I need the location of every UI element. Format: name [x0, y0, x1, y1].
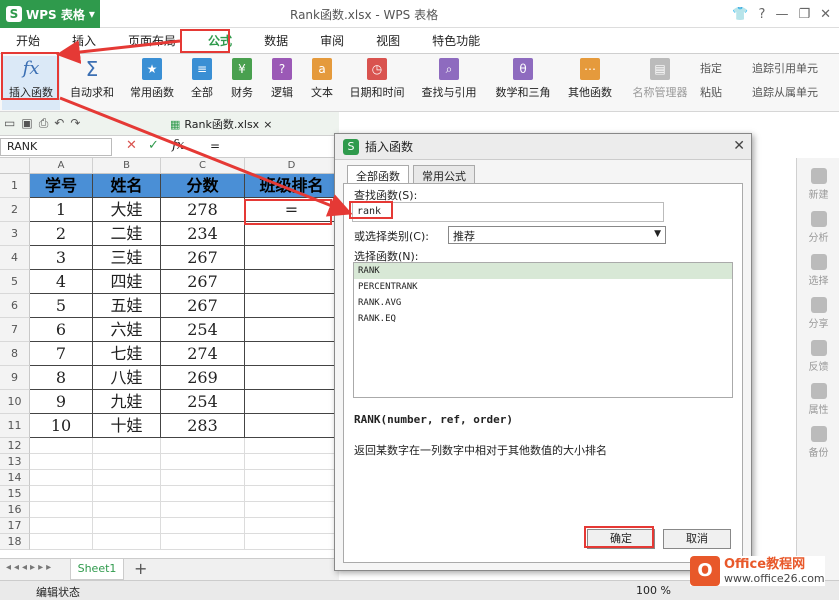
watermark: O Office教程网 www.office26.com: [690, 556, 825, 586]
office-logo-icon: O: [690, 556, 720, 586]
watermark-url: www.office26.com: [724, 571, 825, 585]
watermark-brand: Office教程网: [724, 556, 806, 572]
arrow-menu-to-insert: [56, 39, 181, 64]
arrow-insert-to-search: [59, 96, 353, 217]
annotation-arrows: [56, 39, 353, 217]
